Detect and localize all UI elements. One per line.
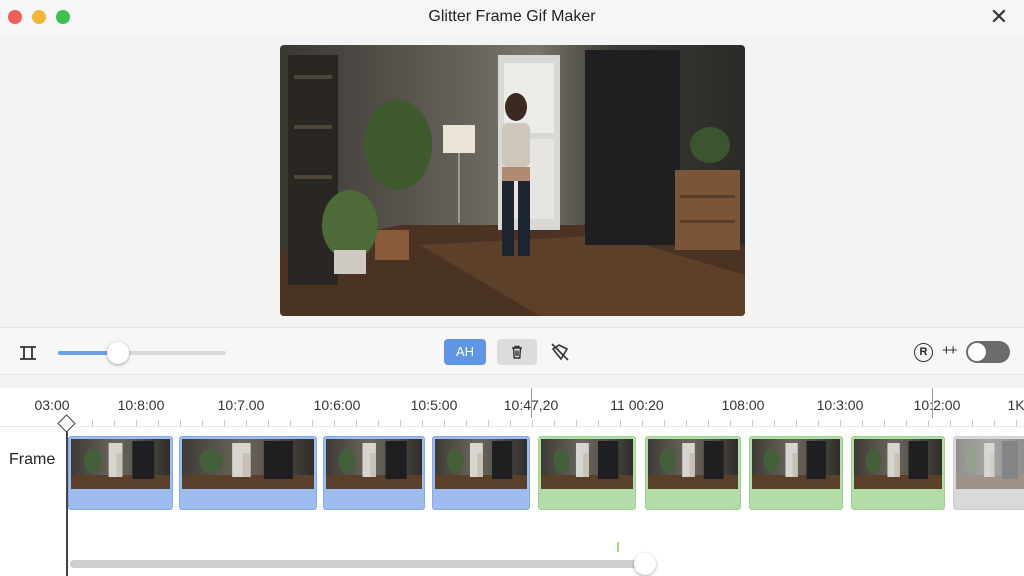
ruler-tick: [158, 420, 159, 426]
ruler-tick: [730, 420, 731, 426]
playhead-line[interactable]: [66, 424, 68, 576]
toolbar: AH R ++: [0, 327, 1024, 375]
ruler-tick: [378, 420, 379, 426]
window-title: Glitter Frame Gif Maker: [428, 8, 596, 25]
timeline-scroll-thumb[interactable]: [634, 553, 656, 575]
frame-clip[interactable]: [68, 436, 173, 510]
frame-clip[interactable]: [851, 436, 945, 510]
ruler-tick: [554, 420, 555, 426]
ruler-tick: [114, 420, 115, 426]
ruler-label: 03:00: [34, 397, 70, 413]
ruler-tick: [444, 420, 445, 426]
ruler-tick: [422, 420, 423, 426]
ruler-label: 10:2:00: [913, 397, 961, 413]
ruler-tick: [598, 420, 599, 426]
ruler-marker: [932, 388, 933, 418]
ruler-tick: [620, 420, 621, 426]
zoom-slider[interactable]: [58, 342, 226, 364]
ruler-tick: [136, 420, 137, 426]
frame-clip[interactable]: [538, 436, 636, 510]
zoom-slider-thumb[interactable]: [107, 342, 130, 364]
ruler-tick: [928, 420, 929, 426]
frame-clip[interactable]: [645, 436, 741, 510]
ruler-tick: [664, 420, 665, 426]
ruler-tick: [334, 420, 335, 426]
ruler-tick: [642, 420, 643, 426]
ah-button[interactable]: AH: [444, 339, 486, 365]
crop-icon[interactable]: [17, 344, 39, 362]
ruler-tick: [906, 420, 907, 426]
ruler-baseline: [0, 426, 1024, 427]
frame-thumbnail: [752, 439, 840, 489]
title-bar: Glitter Frame Gif Maker ✕: [0, 0, 1024, 34]
frame-clip[interactable]: [323, 436, 425, 510]
ruler-tick: [708, 420, 709, 426]
ruler-tick: [290, 420, 291, 426]
frame-thumbnail: [435, 439, 527, 489]
frame-clip[interactable]: [749, 436, 843, 510]
ruler-tick: [818, 420, 819, 426]
ruler-tick: [224, 420, 225, 426]
toggle-knob: [968, 343, 986, 361]
ruler-label: 10:3:00: [816, 397, 864, 413]
timeline[interactable]: 03:00 10:8:00 10:7.00 10:6:00 10:5:00 10:47,2…: [0, 388, 1024, 576]
ruler-tick: [400, 420, 401, 426]
delete-button[interactable]: [497, 339, 537, 365]
timeline-scrollbar[interactable]: [70, 560, 650, 568]
ruler-tick: [686, 420, 687, 426]
ruler-tick: [312, 420, 313, 426]
video-preview: [280, 45, 745, 316]
ruler-label: 10:8:00: [117, 397, 165, 413]
ruler-tick: [752, 420, 753, 426]
add-frames-icon[interactable]: ++: [942, 342, 957, 359]
frame-thumbnail: [182, 439, 314, 489]
ruler-tick: [994, 420, 995, 426]
ruler-tick: [950, 420, 951, 426]
ruler-tick: [488, 420, 489, 426]
ruler-tick: [92, 420, 93, 426]
ruler-tick: [862, 420, 863, 426]
ruler-label: 10:7.00: [217, 397, 265, 413]
ruler-tick: [202, 420, 203, 426]
frame-clip[interactable]: [179, 436, 317, 510]
ruler-tick: [510, 420, 511, 426]
ruler-tick: [1016, 420, 1017, 426]
ruler-label: 108:00: [721, 397, 765, 413]
frame-thumbnail: [854, 439, 942, 489]
frame-thumbnail: [956, 439, 1024, 489]
frame-thumbnail: [541, 439, 633, 489]
loop-toggle[interactable]: [966, 341, 1010, 363]
preview-area: [0, 34, 1024, 326]
no-image-icon[interactable]: [549, 341, 571, 363]
trash-icon: [512, 345, 522, 359]
ruler-tick: [180, 420, 181, 426]
ruler-tick: [246, 420, 247, 426]
time-ruler[interactable]: 03:00 10:8:00 10:7.00 10:6:00 10:5:00 10:47,2…: [0, 388, 1024, 434]
frame-thumbnail: [326, 439, 422, 489]
frame-clip[interactable]: [432, 436, 530, 510]
frame-thumbnail: [648, 439, 738, 489]
ruler-tick: [972, 420, 973, 426]
track-label: Frame: [9, 451, 56, 468]
registered-icon[interactable]: R: [914, 343, 933, 362]
ruler-marker: [531, 388, 532, 418]
ruler-label: 10:5:00: [410, 397, 458, 413]
ruler-tick: [796, 420, 797, 426]
ruler-tick: [532, 420, 533, 426]
ruler-tick: [774, 420, 775, 426]
ruler-tick: [268, 420, 269, 426]
ruler-tick: [576, 420, 577, 426]
ruler-tick: [840, 420, 841, 426]
ruler-label: 11 00:20: [610, 397, 664, 413]
ruler-label: 1K: [1007, 397, 1024, 413]
ruler-tick: [884, 420, 885, 426]
ruler-tick: [466, 420, 467, 426]
frame-clip[interactable]: [953, 436, 1024, 510]
ruler-label: 10:6:00: [313, 397, 361, 413]
close-icon[interactable]: ✕: [986, 4, 1012, 30]
frame-thumbnail: [71, 439, 170, 489]
ruler-tick: [356, 420, 357, 426]
marker-tick: [617, 542, 619, 552]
